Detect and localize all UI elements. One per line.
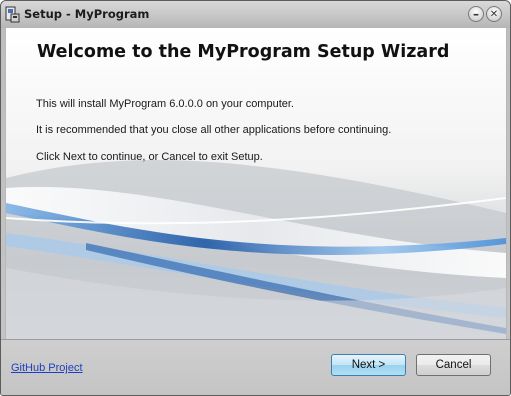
- close-button[interactable]: ✕: [486, 6, 502, 22]
- next-button[interactable]: Next >: [331, 354, 406, 376]
- install-info-text: This will install MyProgram 6.0.0.0 on y…: [36, 98, 294, 110]
- wizard-footer: GitHub Project Next > Cancel: [1, 339, 510, 395]
- window-title: Setup - MyProgram: [24, 7, 150, 21]
- installer-icon: [5, 6, 20, 23]
- close-icon: ✕: [489, 9, 499, 20]
- welcome-heading: Welcome to the MyProgram Setup Wizard: [37, 42, 450, 62]
- close-apps-text: It is recommended that you close all oth…: [36, 124, 392, 136]
- footer-divider: [1, 339, 510, 340]
- github-project-link[interactable]: GitHub Project: [11, 362, 83, 374]
- minimize-icon: –: [473, 7, 479, 21]
- cancel-button[interactable]: Cancel: [416, 354, 491, 376]
- title-bar[interactable]: Setup - MyProgram – ✕: [1, 1, 510, 28]
- instructions-text: Click Next to continue, or Cancel to exi…: [36, 151, 263, 163]
- background-swoosh: [6, 28, 506, 339]
- setup-window: Setup - MyProgram – ✕ Welcome to the MyP…: [0, 0, 511, 396]
- wizard-content: Welcome to the MyProgram Setup Wizard Th…: [5, 28, 507, 339]
- minimize-button[interactable]: –: [468, 6, 484, 22]
